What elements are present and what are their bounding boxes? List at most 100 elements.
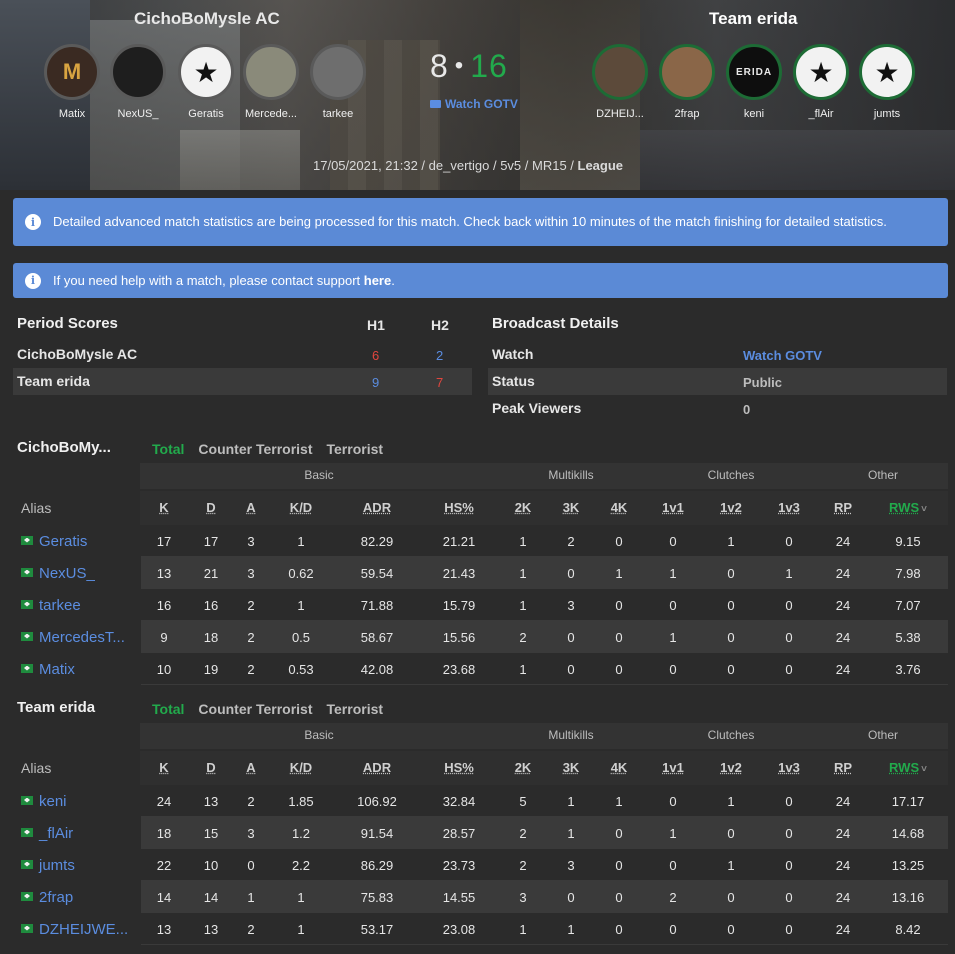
column-header[interactable]: 3K (563, 500, 580, 515)
player-name: 2frap (674, 108, 700, 120)
video-camera-icon (430, 99, 441, 108)
column-header[interactable]: HS% (444, 760, 474, 775)
tab-terrorist[interactable]: Terrorist (327, 701, 384, 717)
broadcast-title: Broadcast Details (492, 315, 619, 332)
column-header[interactable]: HS% (444, 500, 474, 515)
column-header[interactable]: ADR (363, 500, 391, 515)
support-link[interactable]: here (364, 273, 391, 288)
period-h1-score: 9 (372, 375, 380, 390)
tab-total[interactable]: Total (152, 701, 184, 717)
tab-terrorist[interactable]: Terrorist (327, 441, 384, 457)
player-alias-link[interactable]: MercedesT... (21, 629, 125, 646)
stat-cell: 3 (247, 566, 255, 581)
alert-text: Detailed advanced match statistics are b… (53, 214, 887, 229)
column-header[interactable]: 2K (515, 500, 532, 515)
stat-cell: 1 (727, 794, 735, 809)
column-header[interactable]: RP (834, 500, 852, 515)
flag-icon (21, 795, 33, 805)
player-avatar[interactable]: ERIDA keni (722, 44, 786, 120)
stat-cell: 82.29 (360, 534, 394, 549)
team-left-name[interactable]: CichoBoMysle AC (134, 9, 280, 29)
column-header[interactable]: 3K (563, 760, 580, 775)
stat-cell: 1 (297, 922, 305, 937)
stat-cell: 0 (727, 662, 735, 677)
player-alias-link[interactable]: _flAir (21, 825, 73, 842)
player-alias-link[interactable]: tarkee (21, 597, 81, 614)
player-alias-link[interactable]: jumts (21, 857, 75, 874)
period-h1-score: 6 (372, 348, 380, 363)
stat-cell: 3.76 (895, 662, 921, 677)
broadcast-label: Watch (492, 346, 534, 362)
column-header[interactable]: K (159, 760, 168, 775)
alert-text: If you need help with a match, please co… (53, 273, 395, 288)
column-header[interactable]: K/D (290, 500, 312, 515)
player-alias-link[interactable]: NexUS_ (21, 565, 95, 582)
player-alias-link[interactable]: 2frap (21, 889, 73, 906)
column-header[interactable]: K/D (290, 760, 312, 775)
avatar-image (310, 44, 366, 100)
watch-gotv-link[interactable]: Watch GOTV (430, 97, 518, 111)
stat-cell: 91.54 (360, 826, 394, 841)
period-team-name: Team erida (17, 373, 90, 389)
column-header[interactable]: K (159, 500, 168, 515)
stat-cell: 0 (785, 922, 793, 937)
column-header[interactable]: A (246, 500, 255, 515)
stat-cell: 8.42 (895, 922, 921, 937)
player-avatar[interactable]: ★ Geratis (174, 44, 238, 120)
team-right-name[interactable]: Team erida (709, 9, 798, 29)
column-header[interactable]: 1v3 (778, 500, 800, 515)
tab-counter-terrorist[interactable]: Counter Terrorist (198, 701, 312, 717)
column-header[interactable]: 1v2 (720, 500, 742, 515)
player-avatar[interactable]: M Matix (40, 44, 104, 120)
column-header[interactable]: 1v2 (720, 760, 742, 775)
stat-cell: 21.21 (442, 534, 476, 549)
column-header[interactable]: 1v3 (778, 760, 800, 775)
broadcast-viewers-value: 0 (743, 402, 751, 417)
player-alias-link[interactable]: DZHEIJWE... (21, 921, 128, 938)
tab-counter-terrorist[interactable]: Counter Terrorist (198, 441, 312, 457)
player-avatar[interactable]: ★ jumts (855, 44, 919, 120)
stat-cell: 17.17 (891, 794, 925, 809)
stat-cell: 24 (835, 630, 851, 645)
player-alias-link[interactable]: Matix (21, 661, 75, 678)
column-header[interactable]: 4K (611, 500, 628, 515)
column-header-rws[interactable]: RWS ˅ (889, 500, 927, 515)
h1-header: H1 (367, 317, 385, 333)
stat-cell: 0.5 (291, 630, 311, 645)
group-label: Clutches (707, 728, 755, 742)
player-alias-link[interactable]: keni (21, 793, 67, 810)
column-header[interactable]: ADR (363, 760, 391, 775)
column-header[interactable]: 1v1 (662, 500, 684, 515)
column-header[interactable]: D (206, 760, 215, 775)
stat-cell: 0 (615, 890, 623, 905)
stat-cell: 0 (785, 890, 793, 905)
group-label: Other (867, 468, 899, 482)
stat-cell: 0 (615, 534, 623, 549)
player-avatar[interactable]: tarkee (306, 44, 370, 120)
stat-cell: 23.68 (442, 662, 476, 677)
column-header-rws[interactable]: RWS ˅ (889, 760, 927, 775)
info-icon: i (25, 272, 41, 289)
column-header[interactable]: 1v1 (662, 760, 684, 775)
group-label: Basic (304, 728, 334, 742)
column-header[interactable]: 2K (515, 760, 532, 775)
flag-icon (21, 535, 33, 545)
tab-total[interactable]: Total (152, 441, 184, 457)
stat-cell: 23.08 (442, 922, 476, 937)
stat-cell: 15.79 (442, 598, 476, 613)
player-avatar[interactable]: NexUS_ (106, 44, 170, 120)
broadcast-watch-link[interactable]: Watch GOTV (743, 348, 822, 363)
player-alias-link[interactable]: Geratis (21, 533, 87, 550)
stat-cell: 53.17 (360, 922, 394, 937)
flag-icon (21, 891, 33, 901)
player-avatar[interactable]: DZHEIJ... (588, 44, 652, 120)
player-avatar[interactable]: ★ _flAir (789, 44, 853, 120)
stat-cell: 0 (669, 922, 677, 937)
column-header[interactable]: D (206, 500, 215, 515)
column-header[interactable]: A (246, 760, 255, 775)
player-avatar[interactable]: Mercede... (239, 44, 303, 120)
column-header[interactable]: 4K (611, 760, 628, 775)
stat-cell: 0 (785, 534, 793, 549)
player-avatar[interactable]: 2frap (655, 44, 719, 120)
column-header[interactable]: RP (834, 760, 852, 775)
